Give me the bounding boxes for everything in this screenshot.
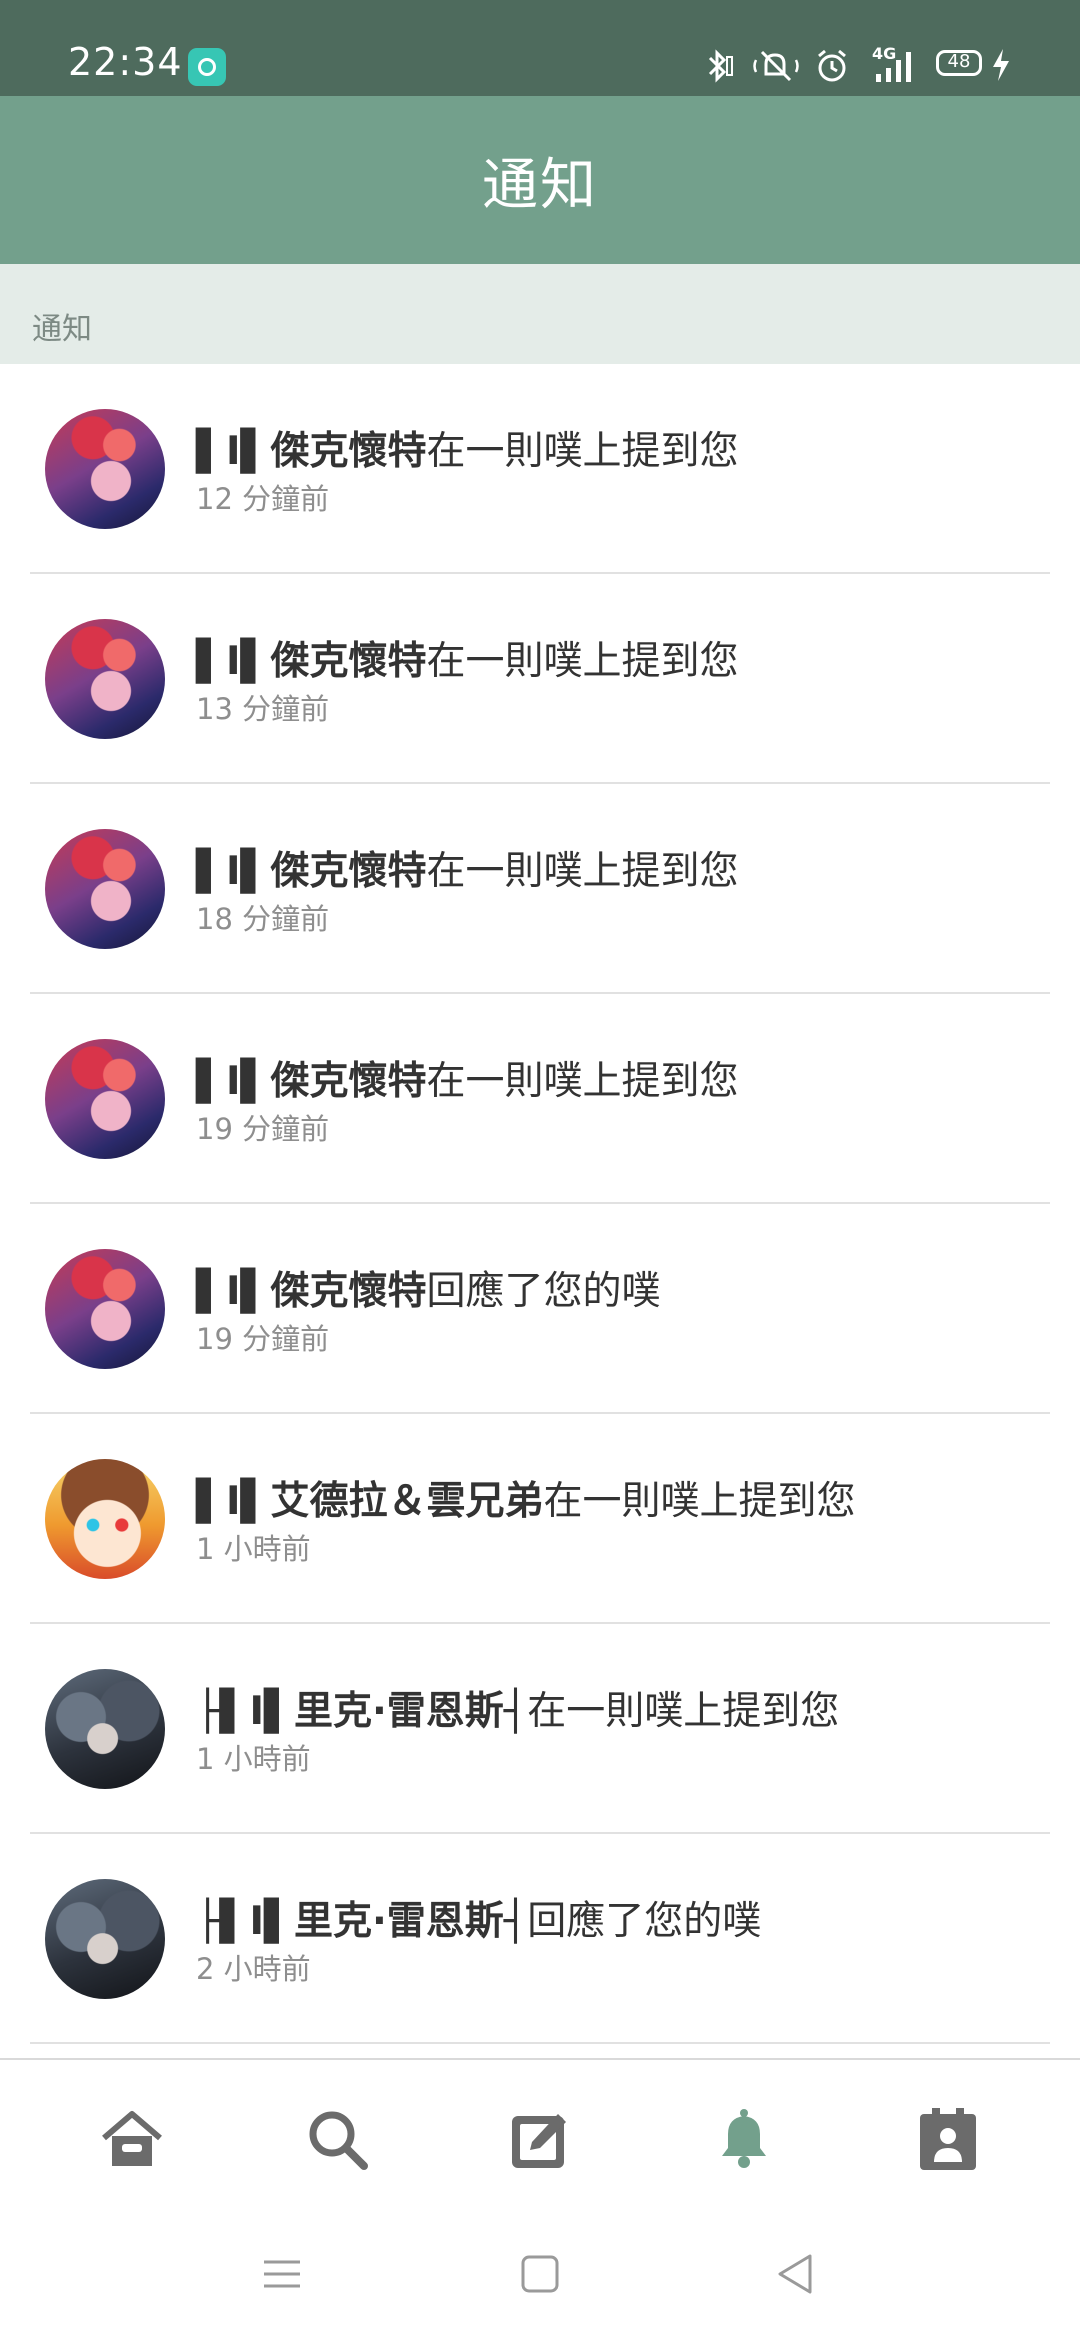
system-home-button[interactable] [516, 2250, 564, 2298]
avatar[interactable] [45, 1669, 165, 1789]
user-name[interactable]: ├▌I▌里克·雷恩斯┤ [196, 1689, 527, 1734]
battery-level: 48 [947, 51, 971, 72]
app-icon [188, 48, 226, 86]
menu-icon [264, 2260, 300, 2288]
notification-item[interactable]: ▌I▌傑克懷特在一則噗上提到您 12 分鐘前 [0, 364, 1080, 574]
notification-item[interactable]: ▌I▌傑克懷特在一則噗上提到您 13 分鐘前 [0, 574, 1080, 784]
user-name[interactable]: ▌I▌傑克懷特 [196, 1059, 427, 1104]
notification-action: 在一則噗上提到您 [426, 849, 739, 894]
notification-text: ▌I▌傑克懷特回應了您的噗 [196, 1260, 661, 1316]
signal-icon [876, 52, 911, 82]
page-title: 通知 [482, 152, 598, 218]
avatar[interactable] [45, 409, 165, 529]
status-time: 22:34 [68, 40, 183, 84]
notification-item[interactable]: ▌I▌傑克懷特回應了您的噗 19 分鐘前 [0, 1204, 1080, 1414]
profile-card-icon [920, 2108, 976, 2170]
notification-action: 回應了您的噗 [527, 1899, 762, 1944]
alarm-icon [818, 49, 846, 82]
bottom-nav [0, 2058, 1080, 2208]
notification-text: ▌I▌傑克懷特在一則噗上提到您 [196, 630, 739, 686]
bell-icon [722, 2109, 766, 2168]
notification-item[interactable]: ▌I▌艾德拉＆雲兄弟在一則噗上提到您 1 小時前 [0, 1414, 1080, 1624]
notification-time: 1 小時前 [196, 1742, 311, 1776]
user-name[interactable]: ▌I▌傑克懷特 [196, 639, 427, 684]
system-menu-button[interactable] [258, 2250, 306, 2298]
notification-text: ├▌I▌里克·雷恩斯┤在一則噗上提到您 [196, 1680, 839, 1736]
search-icon [309, 2111, 368, 2170]
notification-time: 19 分鐘前 [196, 1112, 330, 1146]
notification-time: 18 分鐘前 [196, 902, 330, 936]
user-name[interactable]: ▌I▌艾德拉＆雲兄弟 [196, 1479, 544, 1524]
user-name[interactable]: ▌I▌傑克懷特 [196, 429, 427, 474]
system-back-button[interactable] [772, 2250, 820, 2298]
avatar[interactable] [45, 1879, 165, 1999]
app-header: 通知 [0, 96, 1080, 264]
notification-text: ▌I▌傑克懷特在一則噗上提到您 [196, 840, 739, 896]
notification-text: ▌I▌傑克懷特在一則噗上提到您 [196, 1050, 739, 1106]
bluetooth-icon [708, 49, 733, 83]
notification-time: 19 分鐘前 [196, 1322, 330, 1356]
notification-text: ▌I▌艾德拉＆雲兄弟在一則噗上提到您 [196, 1470, 856, 1526]
notification-text: ├▌I▌里克·雷恩斯┤回應了您的噗 [196, 1890, 761, 1946]
notification-item[interactable]: ▌I▌傑克懷特在一則噗上提到您 18 分鐘前 [0, 784, 1080, 994]
notification-action: 在一則噗上提到您 [543, 1479, 856, 1524]
system-nav [0, 2206, 1080, 2340]
back-triangle-icon [778, 2254, 812, 2294]
user-name[interactable]: ├▌I▌里克·雷恩斯┤ [196, 1899, 527, 1944]
notification-item[interactable]: ├▌I▌里克·雷恩斯┤在一則噗上提到您 1 小時前 [0, 1624, 1080, 1834]
home-square-icon [521, 2255, 559, 2293]
notification-action: 在一則噗上提到您 [426, 639, 739, 684]
notification-time: 13 分鐘前 [196, 692, 330, 726]
nav-notifications-button[interactable] [708, 2104, 780, 2176]
avatar[interactable] [45, 1039, 165, 1159]
status-bar: 22:34 4G 48 [0, 0, 1080, 96]
nav-profile-button[interactable] [912, 2104, 984, 2176]
charging-icon [993, 49, 1009, 81]
avatar[interactable] [45, 1249, 165, 1369]
notification-action: 在一則噗上提到您 [527, 1689, 840, 1734]
avatar[interactable] [45, 619, 165, 739]
home-icon [102, 2111, 162, 2166]
compose-icon [512, 2114, 566, 2168]
avatar[interactable] [45, 829, 165, 949]
nav-compose-button[interactable] [504, 2104, 576, 2176]
notification-action: 在一則噗上提到您 [426, 1059, 739, 1104]
notification-time: 12 分鐘前 [196, 482, 330, 516]
avatar[interactable] [45, 1459, 165, 1579]
notification-text: ▌I▌傑克懷特在一則噗上提到您 [196, 420, 739, 476]
section-label: 通知 [32, 312, 92, 347]
notification-time: 2 小時前 [196, 1952, 311, 1986]
notification-item[interactable]: ├▌I▌里克·雷恩斯┤回應了您的噗 2 小時前 [0, 1834, 1080, 2044]
nav-search-button[interactable] [302, 2104, 374, 2176]
mute-icon [753, 50, 799, 82]
notification-action: 在一則噗上提到您 [426, 429, 739, 474]
notification-list: ▌I▌傑克懷特在一則噗上提到您 12 分鐘前 ▌I▌傑克懷特在一則噗上提到您 1… [0, 364, 1080, 2044]
section-header: 通知 [0, 264, 1080, 364]
nav-home-button[interactable] [96, 2104, 168, 2176]
notification-action: 回應了您的噗 [426, 1269, 661, 1314]
user-name[interactable]: ▌I▌傑克懷特 [196, 1269, 427, 1314]
notification-time: 1 小時前 [196, 1532, 311, 1566]
user-name[interactable]: ▌I▌傑克懷特 [196, 849, 427, 894]
battery-icon: 48 [936, 50, 982, 76]
notification-item[interactable]: ▌I▌傑克懷特在一則噗上提到您 19 分鐘前 [0, 994, 1080, 1204]
